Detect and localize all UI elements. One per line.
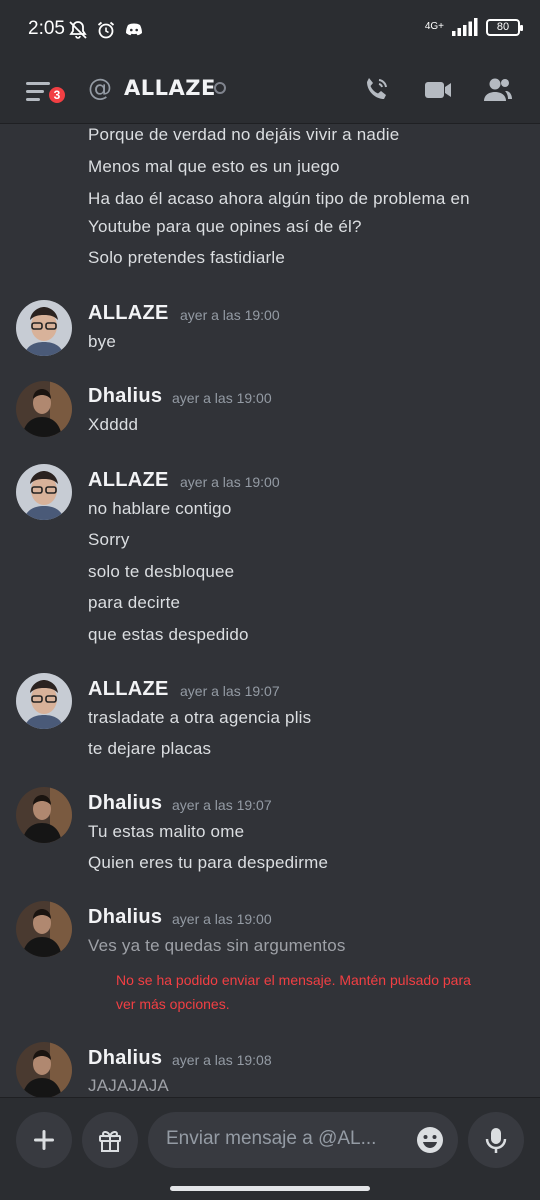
message-author[interactable]: Dhalius: [88, 385, 162, 408]
message-timestamp: ayer a las 19:07: [180, 683, 280, 699]
message-composer: Enviar mensaje a @AL...: [0, 1097, 540, 1200]
gift-icon: [99, 1130, 121, 1152]
avatar[interactable]: [16, 787, 72, 843]
channel-title[interactable]: ALLAZE: [124, 76, 216, 100]
message-timestamp: ayer a las 19:00: [180, 474, 280, 490]
message-input[interactable]: Enviar mensaje a @AL...: [148, 1112, 458, 1168]
emoji-icon[interactable]: [416, 1126, 444, 1154]
message-text: no hablare contigo: [88, 499, 232, 518]
call-icon[interactable]: [360, 74, 392, 106]
message-timestamp: ayer a las 19:08: [172, 1052, 272, 1068]
send-error-line: ver más opciones.: [116, 996, 230, 1012]
microphone-icon: [485, 1128, 507, 1153]
avatar[interactable]: [16, 901, 72, 957]
message-text: Xdddd: [88, 415, 139, 434]
alarm-icon: [97, 21, 115, 39]
message-text: que estas despedido: [88, 625, 249, 644]
avatar[interactable]: [16, 673, 72, 729]
message-text: Porque de verdad no dejáis vivir a nadie: [88, 125, 400, 144]
message-timestamp: ayer a las 19:00: [180, 307, 280, 323]
message-text: para decirte: [88, 593, 181, 612]
message-text: Solo pretendes fastidiarle: [88, 248, 286, 267]
message-list[interactable]: Porque de verdad no dejáis vivir a nadie…: [0, 125, 540, 1097]
avatar[interactable]: [16, 1042, 72, 1097]
video-call-icon[interactable]: [422, 74, 454, 106]
plus-icon: [34, 1130, 54, 1150]
message-text: Sorry: [88, 530, 130, 549]
send-error-line: No se ha podido enviar el mensaje. Manté…: [116, 972, 471, 988]
message-text: solo te desbloquee: [88, 562, 235, 581]
message-text: Ves ya te quedas sin argumentos: [88, 936, 346, 955]
message-text: te dejare placas: [88, 739, 212, 758]
avatar[interactable]: [16, 300, 72, 356]
message-text: Youtube para que opines así de él?: [88, 217, 362, 236]
discord-icon: [126, 23, 142, 36]
message-author[interactable]: ALLAZE: [88, 678, 169, 701]
channel-header: 3 @ ALLAZE: [0, 62, 540, 124]
status-bar: 2:05 4G+ 80: [0, 0, 540, 62]
status-time: 2:05: [28, 18, 65, 39]
message-text: Menos mal que esto es un juego: [88, 157, 340, 176]
message-timestamp: ayer a las 19:07: [172, 797, 272, 813]
message-author[interactable]: ALLAZE: [88, 302, 169, 325]
message-text: JAJAJAJA: [88, 1076, 169, 1095]
notification-badge: 3: [46, 84, 68, 106]
message-author[interactable]: Dhalius: [88, 792, 162, 815]
mute-bell-icon: [69, 21, 87, 39]
gift-button[interactable]: [82, 1112, 138, 1168]
members-icon[interactable]: [482, 74, 514, 106]
send-error-message[interactable]: No se ha podido enviar el mensaje. Manté…: [116, 968, 521, 1016]
message-author[interactable]: Dhalius: [88, 1047, 162, 1070]
message-author[interactable]: ALLAZE: [88, 469, 169, 492]
message-text: bye: [88, 332, 117, 351]
menu-button[interactable]: 3: [26, 76, 70, 112]
network-type: 4G+: [424, 21, 444, 32]
at-icon: @: [88, 74, 112, 102]
voice-message-button[interactable]: [468, 1112, 524, 1168]
message-text: Quien eres tu para despedirme: [88, 853, 329, 872]
home-indicator[interactable]: [170, 1186, 370, 1191]
message-text: Tu estas malito ome: [88, 822, 245, 841]
add-attachment-button[interactable]: [16, 1112, 72, 1168]
avatar[interactable]: [16, 464, 72, 520]
message-text: trasladate a otra agencia plis: [88, 708, 312, 727]
signal-icon: [452, 18, 478, 36]
message-author[interactable]: Dhalius: [88, 906, 162, 929]
message-text: Ha dao él acaso ahora algún tipo de prob…: [88, 189, 470, 208]
message-input-placeholder: Enviar mensaje a @AL...: [166, 1128, 377, 1149]
message-timestamp: ayer a las 19:00: [172, 911, 272, 927]
offline-status-icon: [214, 82, 226, 94]
battery-indicator: 80: [486, 18, 523, 36]
message-timestamp: ayer a las 19:00: [172, 390, 272, 406]
avatar[interactable]: [16, 381, 72, 437]
